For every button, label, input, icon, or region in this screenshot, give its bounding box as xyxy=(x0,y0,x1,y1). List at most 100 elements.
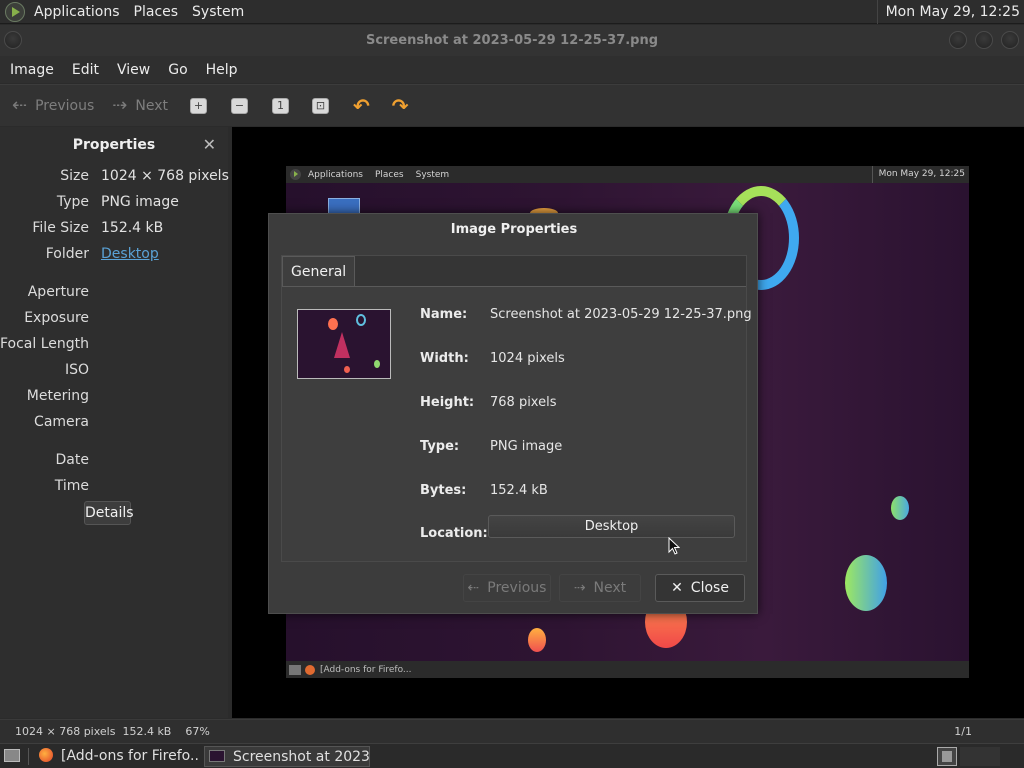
prop-label: Aperture xyxy=(27,284,89,300)
image-taskbar-text: [Add-ons for Firefo... xyxy=(320,664,412,675)
prop-label: Metering xyxy=(26,388,89,404)
taskbar-item-firefox[interactable]: [Add-ons for Firefo... xyxy=(36,746,198,767)
show-desktop-icon[interactable] xyxy=(4,749,20,762)
menu-go[interactable]: Go xyxy=(168,62,187,78)
info-value: PNG image xyxy=(490,439,563,454)
arrow-left-icon: ⇠ xyxy=(467,580,480,596)
dialog-next-button[interactable]: ⇢ Next xyxy=(559,574,641,602)
close-icon: ✕ xyxy=(671,580,683,596)
image-menu-text: Places xyxy=(374,169,404,180)
distro-logo-icon[interactable] xyxy=(5,1,25,22)
bottom-taskbar: [Add-ons for Firefo... Screenshot at 202… xyxy=(0,743,1024,768)
prop-label: Size xyxy=(60,168,89,184)
info-label: Height: xyxy=(420,395,475,410)
info-value: 768 pixels xyxy=(490,395,557,410)
prop-label: Time xyxy=(54,478,89,494)
tab-general[interactable]: General xyxy=(282,256,356,286)
zoom-in-icon[interactable]: + xyxy=(189,97,207,114)
firefox-icon xyxy=(39,748,53,762)
info-value: 1024 pixels xyxy=(490,351,565,366)
properties-sidebar: Properties ✕ Size 1024 × 768 pixels Type… xyxy=(0,127,229,718)
info-label: Type: xyxy=(420,439,460,454)
taskbar-item-label: Screenshot at 2023-... xyxy=(233,749,370,765)
sidebar-title: Properties xyxy=(72,137,156,153)
menu-image[interactable]: Image xyxy=(10,62,54,78)
arrow-right-icon: ⇢ xyxy=(112,95,128,116)
dialog-previous-label: Previous xyxy=(487,580,547,596)
rotate-left-icon[interactable]: ↶ xyxy=(353,94,370,118)
image-menu-text: System xyxy=(415,169,450,180)
info-label: Width: xyxy=(420,351,469,366)
window-titlebar[interactable]: Screenshot at 2023-05-29 12-25-37.png xyxy=(0,25,1024,56)
prop-value: PNG image xyxy=(101,194,179,210)
prop-label: ISO xyxy=(64,362,89,378)
top-panel: Applications Places System Mon May 29, 1… xyxy=(0,0,1024,24)
prop-size: Size 1024 × 768 pixels xyxy=(0,168,229,188)
dialog-previous-button[interactable]: ⇠ Previous xyxy=(463,574,551,602)
next-button[interactable]: ⇢ Next xyxy=(112,95,168,116)
menu-help[interactable]: Help xyxy=(206,62,238,78)
window-title: Screenshot at 2023-05-29 12-25-37.png xyxy=(365,33,659,48)
image-viewer-icon xyxy=(209,750,225,762)
window-menu-button[interactable] xyxy=(4,31,22,49)
image-taskbar: [Add-ons for Firefo... xyxy=(286,661,969,678)
prop-aperture: Aperture xyxy=(0,284,228,304)
workspace-switcher-1[interactable] xyxy=(937,747,957,766)
prop-label: Exposure xyxy=(24,310,89,326)
close-icon[interactable]: ✕ xyxy=(203,135,216,154)
prop-label: Date xyxy=(55,452,89,468)
taskbar-item-screenshot[interactable]: Screenshot at 2023-... xyxy=(204,746,370,767)
location-button[interactable]: Desktop xyxy=(488,515,735,538)
menu-edit[interactable]: Edit xyxy=(72,62,99,78)
folder-link[interactable]: Desktop xyxy=(101,246,159,262)
image-top-panel: Applications Places System Mon May 29, 1… xyxy=(286,166,969,183)
arrow-right-icon: ⇢ xyxy=(573,580,586,596)
info-value: 152.4 kB xyxy=(490,483,548,498)
prop-camera: Camera xyxy=(0,414,228,434)
orb-shape xyxy=(344,366,350,373)
minimize-button[interactable] xyxy=(949,31,967,49)
orb-shape xyxy=(374,360,380,368)
prop-label: File Size xyxy=(32,220,89,236)
prop-value: 1024 × 768 pixels xyxy=(101,168,229,184)
zoom-out-icon[interactable]: − xyxy=(230,97,248,114)
prop-value: 152.4 kB xyxy=(101,220,164,236)
prop-time: Time xyxy=(0,478,228,498)
image-preview-thumbnail xyxy=(297,309,391,379)
dialog-next-label: Next xyxy=(593,580,627,596)
prop-file-size: File Size 152.4 kB xyxy=(0,220,228,240)
info-label: Location: xyxy=(420,526,488,541)
prop-type: Type PNG image xyxy=(0,194,228,214)
panel-clock[interactable]: Mon May 29, 12:25 xyxy=(876,0,1020,24)
taskbar-separator xyxy=(28,748,29,765)
statusbar: 1024 × 768 pixels 152.4 kB 67% 1/1 xyxy=(0,719,1024,743)
panel-menu-places[interactable]: Places xyxy=(134,4,179,20)
close-window-button[interactable] xyxy=(1001,31,1019,49)
image-clock-text: Mon May 29, 12:25 xyxy=(871,166,965,183)
menu-view[interactable]: View xyxy=(117,62,150,78)
rotate-right-icon[interactable]: ↷ xyxy=(392,94,409,118)
ring-shape xyxy=(356,314,366,326)
info-value: Screenshot at 2023-05-29 12-25-37.png xyxy=(490,307,752,322)
prop-label: Type xyxy=(56,194,89,210)
image-properties-dialog: Image Properties Name: Screenshot at 202… xyxy=(268,213,758,614)
prop-exposure: Exposure xyxy=(0,310,228,330)
previous-button[interactable]: ⇠ Previous xyxy=(12,95,94,116)
taskbar-item-label: [Add-ons for Firefo... xyxy=(61,748,198,764)
panel-menu-system[interactable]: System xyxy=(192,4,244,20)
normal-size-icon[interactable]: 1 xyxy=(271,97,289,114)
prop-label: Camera xyxy=(34,414,89,430)
orb-shape xyxy=(328,318,338,330)
best-fit-icon[interactable]: ⊡ xyxy=(311,97,329,114)
mouse-cursor-icon xyxy=(668,537,680,555)
dialog-close-button[interactable]: ✕ Close xyxy=(655,574,745,602)
maximize-button[interactable] xyxy=(975,31,993,49)
panel-menu-applications[interactable]: Applications xyxy=(34,4,120,20)
firefox-icon xyxy=(305,664,315,675)
details-button[interactable]: Details xyxy=(84,501,134,525)
workspace-switcher-2[interactable] xyxy=(960,747,1000,766)
dialog-close-label: Close xyxy=(690,580,729,596)
toolbar: ⇠ Previous ⇢ Next + − 1 ⊡ ↶ ↷ xyxy=(0,84,1024,126)
prop-label: Focal Length xyxy=(0,336,89,352)
prop-folder: Folder Desktop xyxy=(0,246,228,266)
